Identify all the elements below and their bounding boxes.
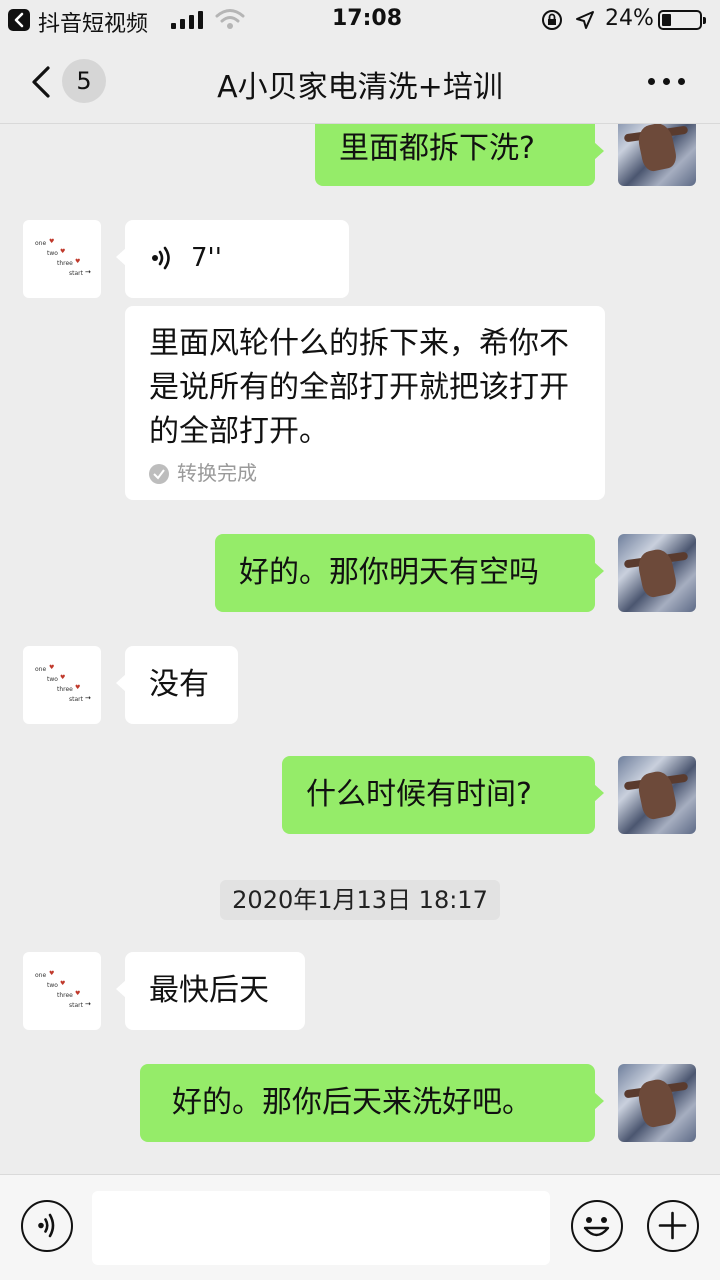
avatar-text-three: three [57, 992, 73, 999]
input-toolbar [0, 1174, 720, 1280]
contact-message-bubble[interactable]: 没有 [116, 646, 238, 724]
voice-message-bubble[interactable]: 7'' [116, 220, 349, 298]
back-to-app-icon[interactable] [8, 9, 30, 31]
my-message-bubble[interactable]: 好的。那你明天有空吗 [215, 534, 604, 612]
wifi-icon [215, 9, 245, 29]
avatar-text-two: two [47, 982, 58, 989]
avatar-text-start: start [69, 1002, 83, 1009]
chat-header: 5 A小贝家电清洗+培训 [0, 40, 720, 124]
back-app-label[interactable]: 抖音短视频 [38, 6, 148, 38]
voice-input-icon[interactable] [21, 1200, 73, 1252]
my-avatar[interactable] [618, 124, 696, 186]
more-options-icon[interactable] [648, 78, 686, 86]
contact-avatar[interactable]: one ♥ two ♥ three ♥ start → [23, 952, 101, 1030]
message-text: 好的。那你后天来洗好吧。 [172, 1085, 532, 1120]
voice-transcript-bubble[interactable]: 里面风轮什么的拆下来，希你不是说所有的全部打开就把该打开的全部打开。 转换完成 [125, 306, 605, 500]
status-bar: 抖音短视频 17:08 24% [0, 0, 720, 40]
voice-duration: 7'' [191, 243, 222, 273]
conversion-status: 转换完成 [149, 460, 257, 486]
contact-avatar[interactable]: one ♥ two ♥ three ♥ start → [23, 220, 101, 298]
message-text: 里面都拆下洗? [339, 131, 535, 166]
avatar-text-three: three [57, 686, 73, 693]
my-message-bubble[interactable]: 好的。那你后天来洗好吧。 [140, 1064, 604, 1142]
check-circle-icon [149, 464, 169, 484]
location-icon [576, 11, 594, 29]
add-attachment-icon[interactable] [647, 1200, 699, 1252]
avatar-text-start: start [69, 696, 83, 703]
avatar-text-one: one [35, 240, 47, 247]
message-text: 没有 [149, 667, 209, 702]
contact-avatar[interactable]: one ♥ two ♥ three ♥ start → [23, 646, 101, 724]
my-message-bubble[interactable]: 什么时候有时间? [282, 756, 604, 834]
my-message-bubble[interactable]: 里面都拆下洗? [315, 124, 604, 186]
my-avatar[interactable] [618, 534, 696, 612]
message-text: 好的。那你明天有空吗 [239, 555, 539, 590]
my-avatar[interactable] [618, 756, 696, 834]
battery-percentage: 24% [605, 6, 654, 31]
avatar-text-two: two [47, 676, 58, 683]
message-text: 什么时候有时间? [306, 777, 532, 812]
message-text: 最快后天 [149, 973, 269, 1008]
avatar-text-three: three [57, 260, 73, 267]
clock: 17:08 [332, 6, 403, 31]
rotation-lock-icon [542, 10, 562, 30]
my-avatar[interactable] [618, 1064, 696, 1142]
transcript-text: 里面风轮什么的拆下来，希你不是说所有的全部打开就把该打开的全部打开。 [149, 326, 569, 449]
voice-wave-icon [152, 246, 170, 270]
message-input[interactable] [92, 1191, 550, 1265]
contact-message-bubble[interactable]: 最快后天 [116, 952, 305, 1030]
conversion-status-label: 转换完成 [177, 461, 257, 485]
cellular-signal-icon [171, 11, 203, 29]
avatar-text-two: two [47, 250, 58, 257]
emoji-icon[interactable] [571, 1200, 623, 1252]
avatar-text-one: one [35, 972, 47, 979]
battery-icon [658, 10, 706, 30]
message-list[interactable]: 里面都拆下洗? one ♥ two ♥ three ♥ start → 7'' 里面风轮… [0, 124, 720, 1174]
chat-title: A小贝家电清洗+培训 [217, 70, 503, 105]
time-divider: 2020年1月13日 18:17 [220, 880, 500, 920]
avatar-text-one: one [35, 666, 47, 673]
avatar-text-start: start [69, 270, 83, 277]
